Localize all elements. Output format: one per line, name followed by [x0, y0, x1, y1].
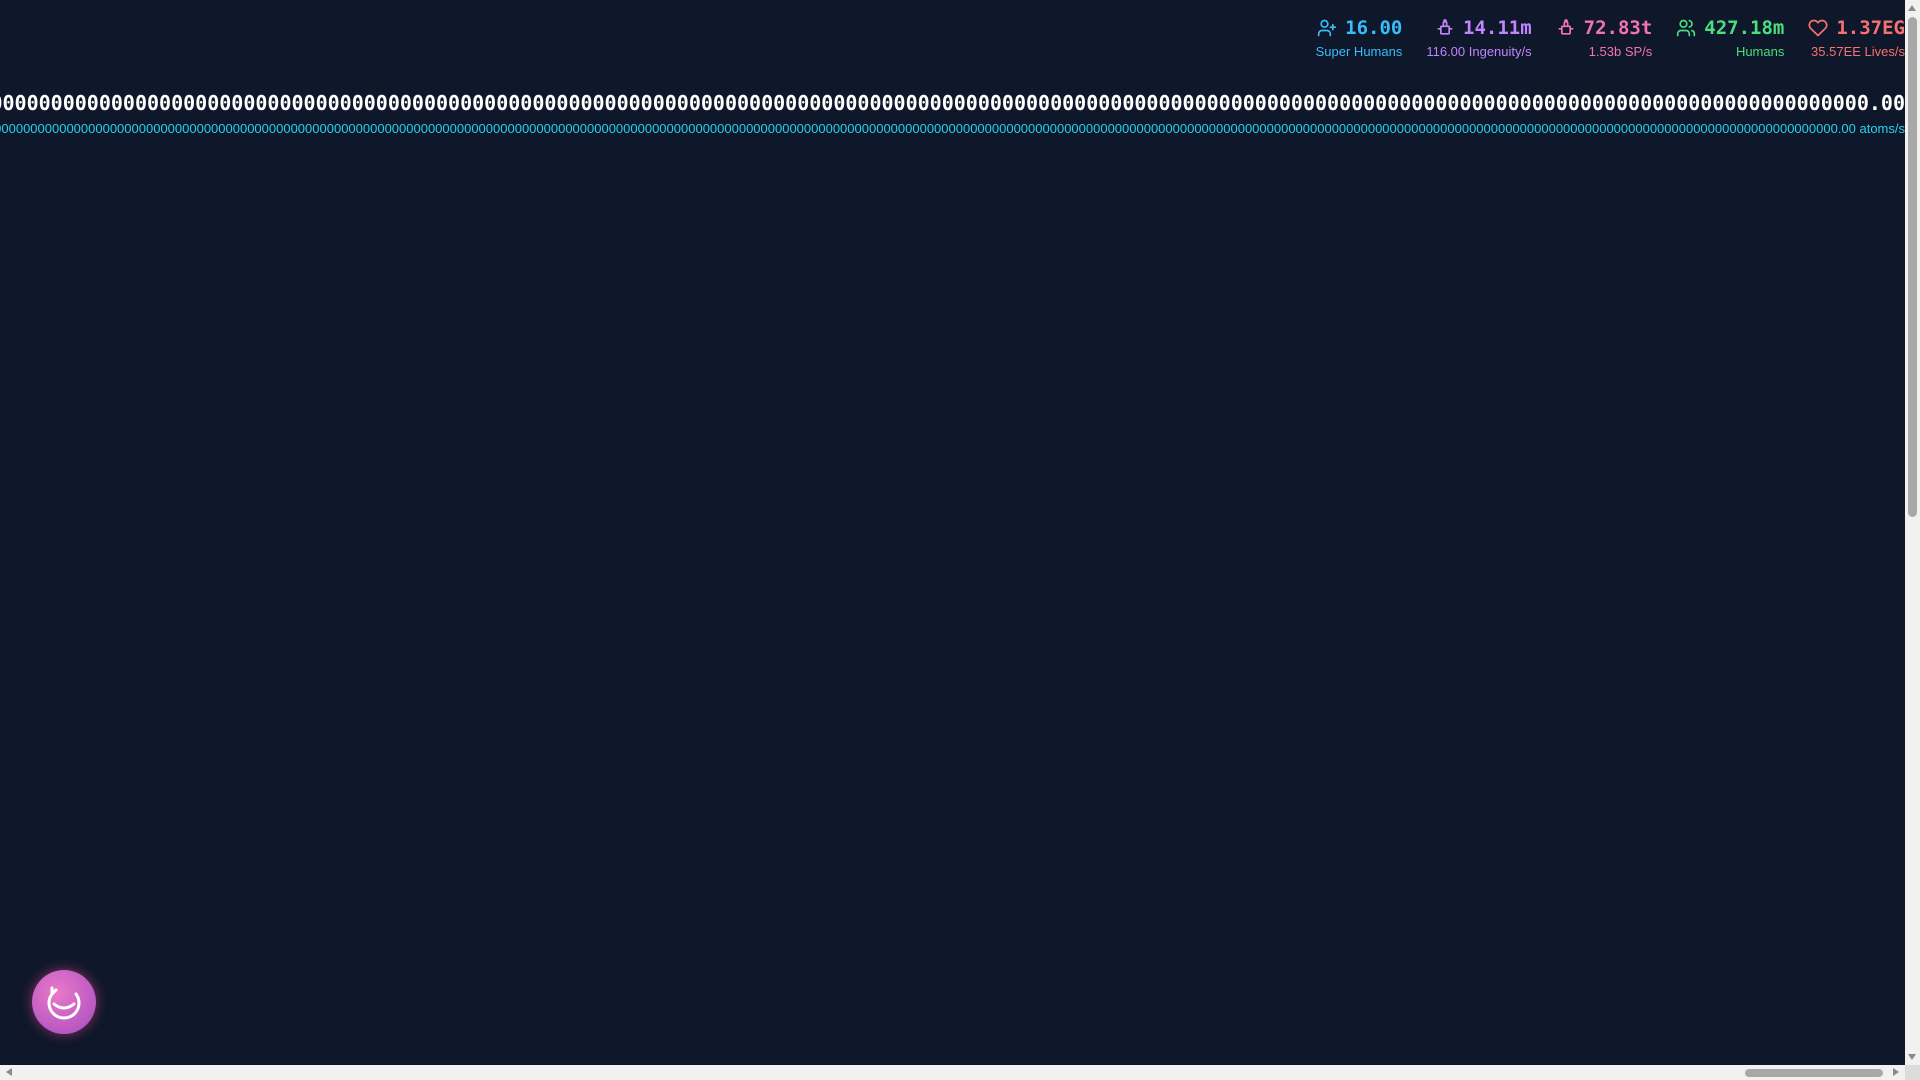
lives-label: 35.57EE Lives/s [1811, 44, 1905, 59]
stat-sp: 72.83t 1.53b SP/s [1556, 16, 1653, 62]
cap-icon [1435, 18, 1455, 38]
scrollbar-corner [1905, 1065, 1920, 1080]
vertical-scroll-thumb[interactable] [1908, 17, 1917, 517]
super-humans-label: Super Humans [1315, 44, 1403, 59]
scroll-up-icon[interactable] [1908, 5, 1916, 11]
humans-value: 427.18m [1704, 17, 1785, 39]
ingenuity-value: 14.11m [1463, 17, 1532, 39]
horizontal-scrollbar[interactable] [0, 1065, 1905, 1080]
scroll-down-icon[interactable] [1908, 1054, 1916, 1060]
scroll-left-icon[interactable] [6, 1068, 12, 1076]
game-viewport: 16.00 Super Humans 14.11m 116.00 Ingenui… [0, 0, 1905, 1065]
ingenuity-label: 116.00 Ingenuity/s [1426, 44, 1532, 59]
scroll-right-icon[interactable] [1893, 1068, 1899, 1076]
assistant-button[interactable] [32, 970, 96, 1034]
smile-logo-icon [40, 978, 88, 1026]
app-root: 16.00 Super Humans 14.11m 116.00 Ingenui… [0, 0, 1920, 1080]
super-humans-value: 16.00 [1345, 17, 1403, 39]
cap-icon [1556, 18, 1576, 38]
lives-value: 1.37EG [1836, 17, 1905, 39]
vertical-scrollbar[interactable] [1905, 0, 1920, 1065]
sp-label: 1.53b SP/s [1588, 44, 1653, 59]
users-icon [1676, 18, 1696, 38]
resource-stats-bar: 16.00 Super Humans 14.11m 116.00 Ingenui… [1316, 16, 1905, 62]
sp-value: 72.83t [1583, 17, 1653, 39]
humans-label: Humans [1735, 44, 1785, 59]
atoms-rate: 0000000000000000000000000000000000000000… [0, 121, 1905, 136]
stat-ingenuity: 14.11m 116.00 Ingenuity/s [1426, 16, 1531, 62]
stat-lives: 1.37EG 35.57EE Lives/s [1808, 16, 1905, 62]
heart-icon [1808, 18, 1828, 38]
stat-super-humans: 16.00 Super Humans [1316, 16, 1403, 62]
horizontal-scroll-thumb[interactable] [1745, 1069, 1883, 1077]
atoms-total: 0000000000000000000000000000000000000000… [0, 91, 1905, 115]
user-plus-icon [1317, 18, 1337, 38]
stat-humans: 427.18m Humans [1676, 16, 1784, 62]
